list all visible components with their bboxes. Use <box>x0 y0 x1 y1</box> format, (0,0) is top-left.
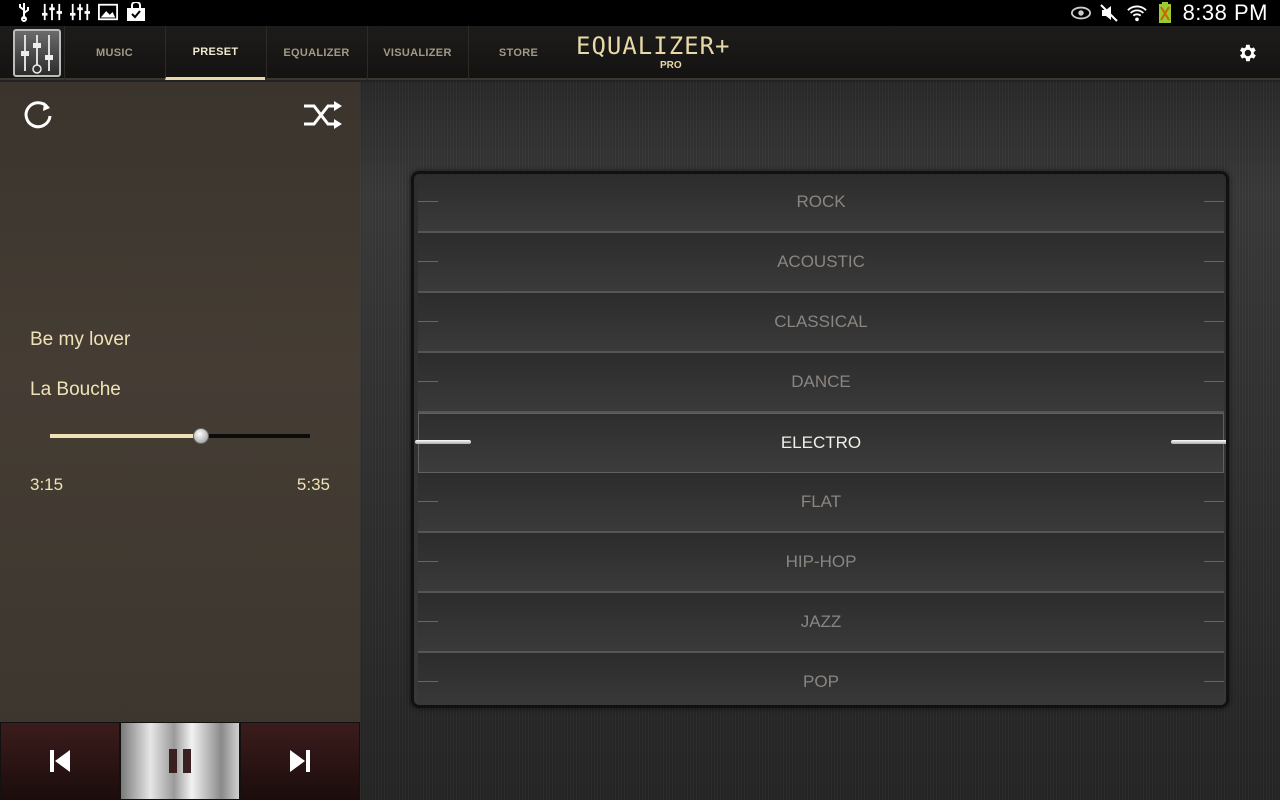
selection-marker <box>1171 440 1226 444</box>
preset-item-label: FLAT <box>800 492 842 511</box>
preset-item[interactable]: ACOUSTIC <box>418 233 1224 293</box>
seek-bar-fill <box>50 434 201 438</box>
preset-item[interactable]: HIP-HOP <box>418 533 1224 593</box>
preset-item-label: DANCE <box>791 372 851 391</box>
tab-store[interactable]: STORE <box>468 26 568 80</box>
tick-mark <box>1204 681 1224 682</box>
tick-mark <box>418 561 438 562</box>
tab-preset[interactable]: PRESET <box>165 26 265 80</box>
eye-icon <box>1070 3 1091 23</box>
tick-mark <box>418 321 438 322</box>
tick-mark <box>418 381 438 382</box>
tick-mark <box>1204 321 1224 322</box>
preset-item-label: ELECTRO <box>780 433 862 452</box>
preset-item-label: CLASSICAL <box>774 312 868 331</box>
tick-mark <box>418 621 438 622</box>
preset-item[interactable]: ROCK <box>418 174 1224 233</box>
tick-mark <box>418 261 438 262</box>
tick-mark <box>1204 381 1224 382</box>
gear-icon[interactable] <box>1236 42 1258 64</box>
current-time: 3:15 <box>30 475 64 494</box>
song-title: Be my lover <box>30 329 131 350</box>
preset-picker[interactable]: ROCK ACOUSTIC CLASSICAL DANCE ELECTRO FLAT HIP… <box>411 171 1229 708</box>
preset-item[interactable]: CLASSICAL <box>418 293 1224 353</box>
preset-item[interactable]: ELECTRO <box>415 413 1226 473</box>
tick-mark <box>418 681 438 682</box>
tick-mark <box>1204 621 1224 622</box>
player-panel: Be my lover La Bouche 3:15 5:35 <box>0 82 360 800</box>
tab-equalizer[interactable]: EQUALIZER <box>266 26 366 80</box>
usb-icon <box>14 2 34 22</box>
tab-music[interactable]: MUSIC <box>64 26 164 80</box>
status-time: 8:38 PM <box>1182 0 1268 25</box>
pause-icon <box>169 749 191 773</box>
tick-mark <box>1204 201 1224 202</box>
tick-mark <box>1204 561 1224 562</box>
preset-item-label: POP <box>803 672 839 691</box>
top-nav: MUSIC PRESET EQUALIZER VISUALIZER STORE … <box>0 26 1280 80</box>
gallery-icon <box>98 2 118 22</box>
preset-item[interactable]: DANCE <box>418 353 1224 413</box>
preset-item-label: ACOUSTIC <box>777 252 865 271</box>
transport-controls <box>0 722 360 800</box>
repeat-icon[interactable] <box>20 98 56 134</box>
seek-bar-thumb[interactable] <box>192 428 209 444</box>
preset-item[interactable]: POP <box>418 653 1224 705</box>
brand-title: EQUALIZER+ <box>576 32 731 60</box>
next-button[interactable] <box>240 722 360 800</box>
tick-mark <box>1204 501 1224 502</box>
tick-mark <box>418 501 438 502</box>
brand-logo: EQUALIZER+ PRO <box>576 32 731 76</box>
previous-button[interactable] <box>0 722 120 800</box>
total-time: 5:35 <box>296 475 330 494</box>
wifi-icon <box>1126 3 1147 23</box>
previous-icon <box>50 750 70 772</box>
tick-mark <box>418 201 438 202</box>
battery-icon <box>1155 2 1175 23</box>
brand-subtitle: PRO <box>660 60 682 71</box>
equalizer-notification-icon <box>42 2 62 22</box>
seek-bar[interactable] <box>50 428 310 444</box>
status-bar: 8:38 PM <box>0 0 1280 26</box>
equalizer-notification-icon <box>70 2 90 22</box>
preset-item-label: ROCK <box>796 192 846 211</box>
tab-visualizer[interactable]: VISUALIZER <box>367 26 467 80</box>
next-icon <box>290 750 310 772</box>
preset-item[interactable]: FLAT <box>418 473 1224 533</box>
mute-icon <box>1099 3 1119 23</box>
preset-item-label: HIP-HOP <box>785 552 857 571</box>
preset-item[interactable]: JAZZ <box>418 593 1224 653</box>
song-artist: La Bouche <box>30 379 121 400</box>
play-pause-button[interactable] <box>120 722 240 800</box>
selection-marker <box>415 440 471 444</box>
app-logo-icon[interactable] <box>13 29 61 77</box>
tick-mark <box>1204 261 1224 262</box>
preset-item-label: JAZZ <box>800 612 842 631</box>
preset-area: ROCK ACOUSTIC CLASSICAL DANCE ELECTRO FLAT HIP… <box>360 82 1280 800</box>
shopping-bag-icon <box>126 2 146 22</box>
shuffle-icon[interactable] <box>302 100 344 130</box>
